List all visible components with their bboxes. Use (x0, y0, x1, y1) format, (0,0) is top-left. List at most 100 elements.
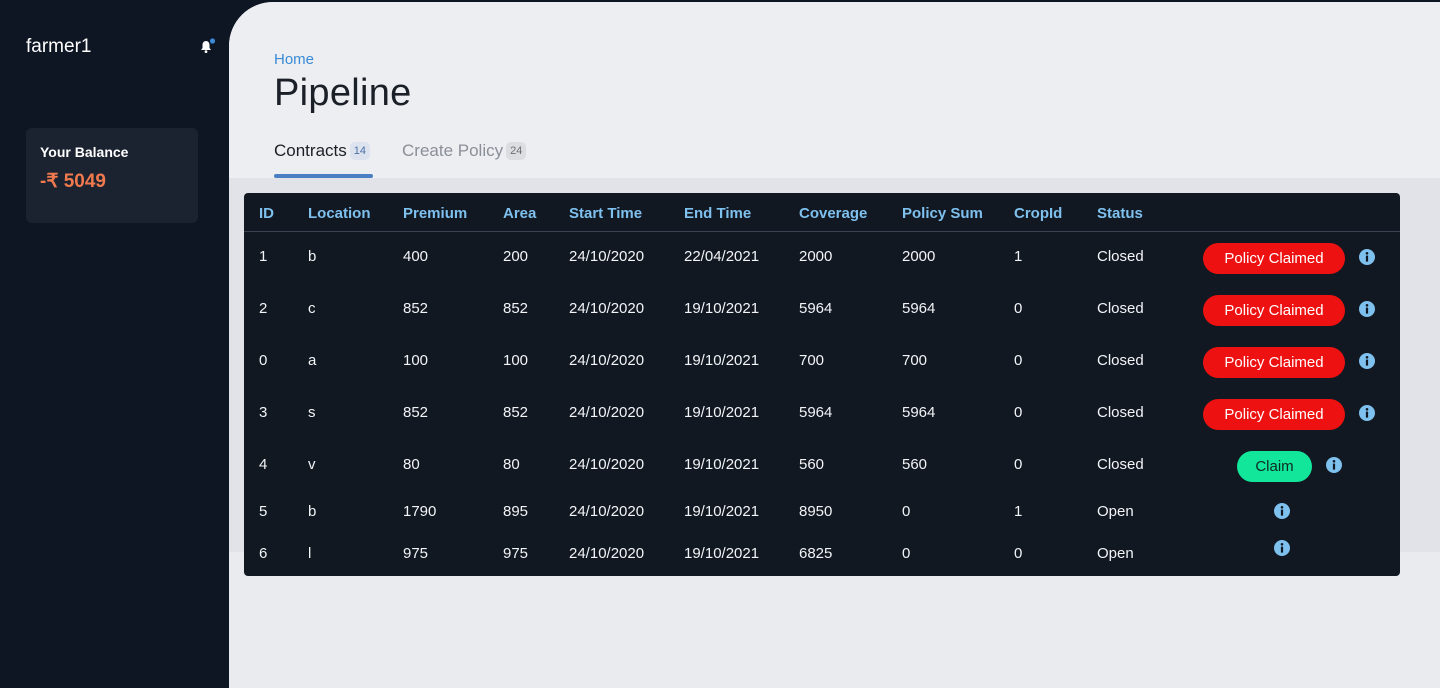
cell-crop-id: 0 (1014, 352, 1023, 369)
contracts-table: ID Location Premium Area Start Time End … (244, 193, 1400, 576)
balance-value: -₹ 5049 (40, 171, 106, 192)
cell-location: c (308, 300, 316, 317)
cell-coverage: 8950 (799, 503, 833, 520)
cell-crop-id: 1 (1014, 503, 1023, 520)
cell-area: 852 (503, 404, 529, 421)
cell-end-time: 19/10/2021 (684, 545, 760, 562)
cell-policy-sum: 5964 (902, 404, 936, 421)
cell-end-time: 22/04/2021 (684, 248, 760, 265)
info-icon[interactable] (1359, 301, 1375, 317)
cell-status: Open (1097, 545, 1134, 562)
cell-premium: 852 (403, 300, 429, 317)
username: farmer1 (26, 36, 92, 57)
cell-coverage: 560 (799, 456, 825, 473)
info-icon[interactable] (1359, 249, 1375, 265)
cell-start-time: 24/10/2020 (569, 248, 645, 265)
cell-location: s (308, 404, 316, 421)
column-header-premium: Premium (403, 205, 468, 222)
cell-area: 895 (503, 503, 529, 520)
balance-label: Your Balance (40, 144, 129, 160)
cell-coverage: 6825 (799, 545, 833, 562)
cell-premium: 80 (403, 456, 420, 473)
table-row: 0 a 100 100 24/10/2020 19/10/2021 700 70… (244, 347, 1400, 378)
cell-start-time: 24/10/2020 (569, 352, 645, 369)
policy-claimed-button[interactable]: Policy Claimed (1203, 243, 1345, 274)
cell-status: Closed (1097, 248, 1144, 265)
cell-policy-sum: 700 (902, 352, 928, 369)
column-header-coverage: Coverage (799, 205, 868, 222)
cell-start-time: 24/10/2020 (569, 503, 645, 520)
table-row: 1 b 400 200 24/10/2020 22/04/2021 2000 2… (244, 243, 1400, 274)
cell-id: 5 (259, 503, 268, 520)
cell-crop-id: 0 (1014, 404, 1023, 421)
cell-status: Closed (1097, 300, 1144, 317)
tab-create-policy[interactable]: Create Policy 24 (402, 141, 527, 161)
cell-crop-id: 0 (1014, 300, 1023, 317)
cell-area: 852 (503, 300, 529, 317)
cell-id: 4 (259, 456, 268, 473)
cell-status: Closed (1097, 456, 1144, 473)
breadcrumb-home[interactable]: Home (274, 51, 314, 68)
column-header-crop-id: CropId (1014, 205, 1063, 222)
table-row: 4 v 80 80 24/10/2020 19/10/2021 560 560 … (244, 451, 1400, 482)
cell-start-time: 24/10/2020 (569, 404, 645, 421)
policy-claimed-button[interactable]: Policy Claimed (1203, 295, 1345, 326)
cell-location: b (308, 248, 317, 265)
info-icon[interactable] (1326, 457, 1342, 473)
table-row: 5 b 1790 895 24/10/2020 19/10/2021 8950 … (244, 498, 1400, 528)
tab-contracts[interactable]: Contracts 14 (274, 141, 370, 161)
column-header-start-time: Start Time (569, 205, 643, 222)
info-icon[interactable] (1274, 540, 1290, 556)
tab-create-policy-label: Create Policy (402, 141, 504, 160)
cell-area: 200 (503, 248, 529, 265)
cell-id: 6 (259, 545, 268, 562)
cell-start-time: 24/10/2020 (569, 456, 645, 473)
cell-location: a (308, 352, 317, 369)
info-icon[interactable] (1274, 503, 1290, 519)
sidebar: farmer1 Your Balance -₹ 5049 (0, 0, 229, 688)
bell-icon[interactable] (198, 38, 216, 54)
cell-start-time: 24/10/2020 (569, 545, 645, 562)
cell-crop-id: 0 (1014, 545, 1023, 562)
cell-end-time: 19/10/2021 (684, 404, 760, 421)
policy-claimed-button[interactable]: Policy Claimed (1203, 399, 1345, 430)
cell-location: b (308, 503, 317, 520)
cell-id: 1 (259, 248, 268, 265)
cell-end-time: 19/10/2021 (684, 456, 760, 473)
cell-end-time: 19/10/2021 (684, 300, 760, 317)
cell-end-time: 19/10/2021 (684, 352, 760, 369)
cell-id: 0 (259, 352, 268, 369)
cell-premium: 100 (403, 352, 429, 369)
policy-claimed-button[interactable]: Policy Claimed (1203, 347, 1345, 378)
active-tab-indicator (274, 174, 373, 178)
cell-start-time: 24/10/2020 (569, 300, 645, 317)
cell-policy-sum: 0 (902, 503, 911, 520)
cell-id: 2 (259, 300, 268, 317)
table-row: 2 c 852 852 24/10/2020 19/10/2021 5964 5… (244, 295, 1400, 326)
table-header: ID Location Premium Area Start Time End … (244, 193, 1400, 232)
column-header-end-time: End Time (684, 205, 752, 222)
cell-policy-sum: 560 (902, 456, 928, 473)
info-icon[interactable] (1359, 353, 1375, 369)
tab-create-policy-count: 24 (506, 142, 527, 160)
claim-button[interactable]: Claim (1237, 451, 1312, 482)
cell-premium: 1790 (403, 503, 437, 520)
cell-premium: 975 (403, 545, 429, 562)
column-header-policy-sum: Policy Sum (902, 205, 983, 222)
cell-policy-sum: 2000 (902, 248, 936, 265)
tab-contracts-label: Contracts (274, 141, 347, 160)
info-icon[interactable] (1359, 405, 1375, 421)
column-header-location: Location (308, 205, 371, 222)
table-row: 6 l 975 975 24/10/2020 19/10/2021 6825 0… (244, 540, 1400, 570)
cell-coverage: 700 (799, 352, 825, 369)
cell-area: 975 (503, 545, 529, 562)
column-header-area: Area (503, 205, 537, 222)
cell-status: Closed (1097, 352, 1144, 369)
cell-id: 3 (259, 404, 268, 421)
cell-policy-sum: 0 (902, 545, 911, 562)
cell-location: v (308, 456, 316, 473)
cell-coverage: 5964 (799, 300, 833, 317)
cell-status: Closed (1097, 404, 1144, 421)
cell-area: 80 (503, 456, 520, 473)
cell-policy-sum: 5964 (902, 300, 936, 317)
